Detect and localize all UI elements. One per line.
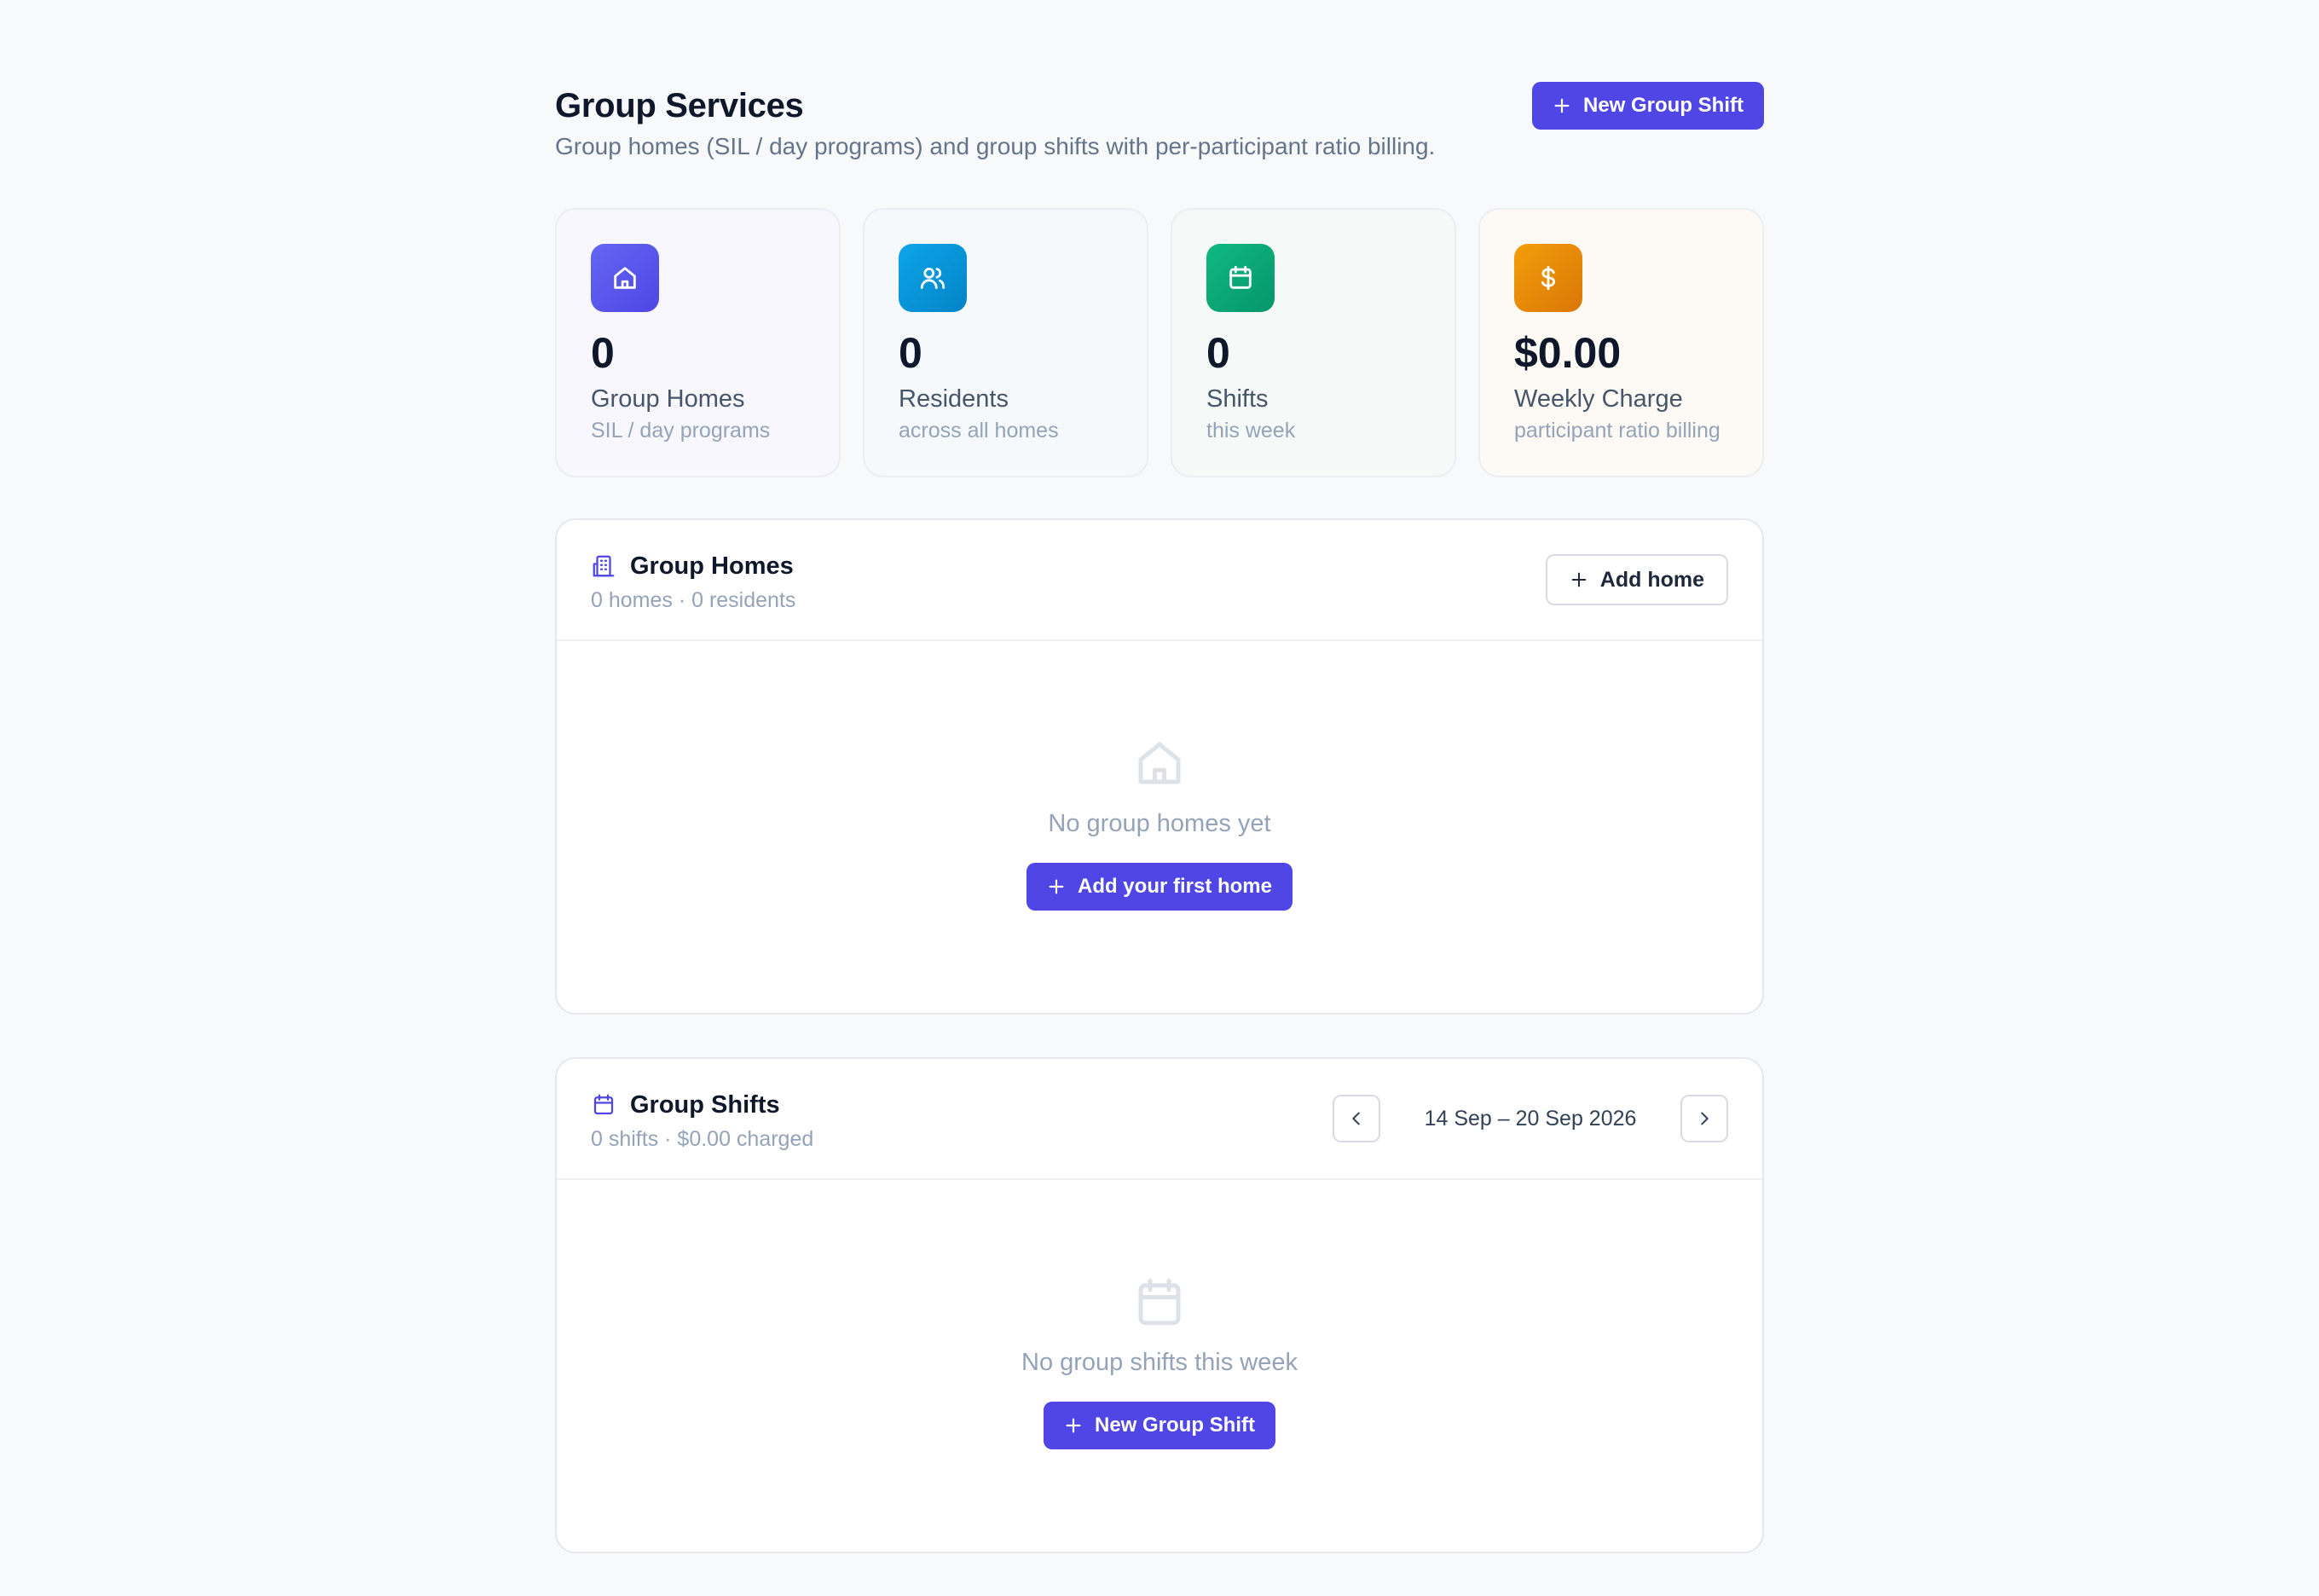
stat-sub: across all homes — [899, 419, 1059, 442]
stat-card-shifts: 0 Shifts this week — [1171, 208, 1456, 477]
group-services-page: Group Services Group homes (SIL / day pr… — [555, 0, 1764, 1553]
chevron-right-icon — [1701, 1112, 1709, 1125]
week-navigator: 14 Sep – 20 Sep 2026 — [1333, 1095, 1728, 1142]
stat-card-weekly-charge: $0.00 Weekly Charge participant ratio bi… — [1478, 208, 1764, 477]
stat-card-residents: 0 Residents across all homes — [863, 208, 1148, 477]
empty-state-text: No group homes yet — [1048, 810, 1271, 837]
plus-icon — [1066, 1418, 1081, 1433]
stat-card-group-homes: 0 Group Homes SIL / day programs — [555, 208, 841, 477]
group-shifts-panel: Group Shifts 0 shifts · $0.00 charged 14… — [555, 1057, 1764, 1553]
stat-label: Group Homes — [591, 385, 745, 413]
stat-label: Shifts — [1206, 385, 1269, 413]
page-header: Group Services Group homes (SIL / day pr… — [555, 82, 1764, 172]
new-group-shift-button[interactable]: New Group Shift — [1532, 82, 1764, 130]
week-range-label: 14 Sep – 20 Sep 2026 — [1424, 1106, 1637, 1130]
group-homes-header: Group Homes 0 homes · 0 residents Add ho… — [557, 520, 1762, 641]
dollar-icon — [1514, 244, 1582, 312]
empty-state-text: No group shifts this week — [1021, 1349, 1298, 1376]
new-group-shift-empty-label: New Group Shift — [1095, 1414, 1255, 1437]
calendar-icon — [1138, 1278, 1181, 1326]
previous-week-button[interactable] — [1333, 1095, 1380, 1142]
home-icon — [591, 244, 659, 312]
group-homes-empty-state: No group homes yet Add your first home — [557, 641, 1762, 911]
add-first-home-label: Add your first home — [1077, 875, 1272, 898]
group-shifts-header: Group Shifts 0 shifts · $0.00 charged 14… — [557, 1059, 1762, 1180]
plus-icon — [1554, 98, 1570, 113]
building-icon — [593, 555, 615, 577]
stats-row: 0 Group Homes SIL / day programs 0 Resid… — [555, 208, 1764, 477]
group-homes-panel: Group Homes 0 homes · 0 residents Add ho… — [555, 518, 1764, 1015]
stat-sub: participant ratio billing — [1514, 419, 1720, 442]
add-home-label: Add home — [1599, 567, 1704, 592]
stat-value: 0 — [1206, 329, 1230, 377]
stat-sub: this week — [1206, 419, 1296, 442]
add-first-home-button[interactable]: Add your first home — [1026, 863, 1293, 911]
chevron-left-icon — [1352, 1112, 1360, 1125]
calendar-icon — [1206, 244, 1275, 312]
stat-label: Residents — [899, 385, 1009, 413]
plus-icon — [1049, 879, 1064, 894]
add-home-button[interactable]: Add home — [1545, 554, 1728, 605]
calendar-icon — [593, 1094, 614, 1115]
stat-value: 0 — [899, 329, 922, 377]
home-icon — [1138, 742, 1181, 784]
next-week-button[interactable] — [1680, 1095, 1728, 1142]
group-homes-title: Group Homes — [630, 552, 794, 580]
stat-value: $0.00 — [1514, 329, 1622, 377]
group-shifts-title: Group Shifts — [630, 1091, 780, 1119]
new-group-shift-label: New Group Shift — [1583, 94, 1744, 117]
plus-icon — [1571, 572, 1587, 587]
stat-value: 0 — [591, 329, 615, 377]
users-icon — [899, 244, 967, 312]
stat-sub: SIL / day programs — [591, 419, 771, 442]
page-subtitle: Group homes (SIL / day programs) and gro… — [555, 133, 1436, 159]
group-shifts-empty-state: No group shifts this week New Group Shif… — [557, 1180, 1762, 1449]
stat-label: Weekly Charge — [1514, 385, 1683, 413]
new-group-shift-empty-button[interactable]: New Group Shift — [1044, 1402, 1275, 1449]
